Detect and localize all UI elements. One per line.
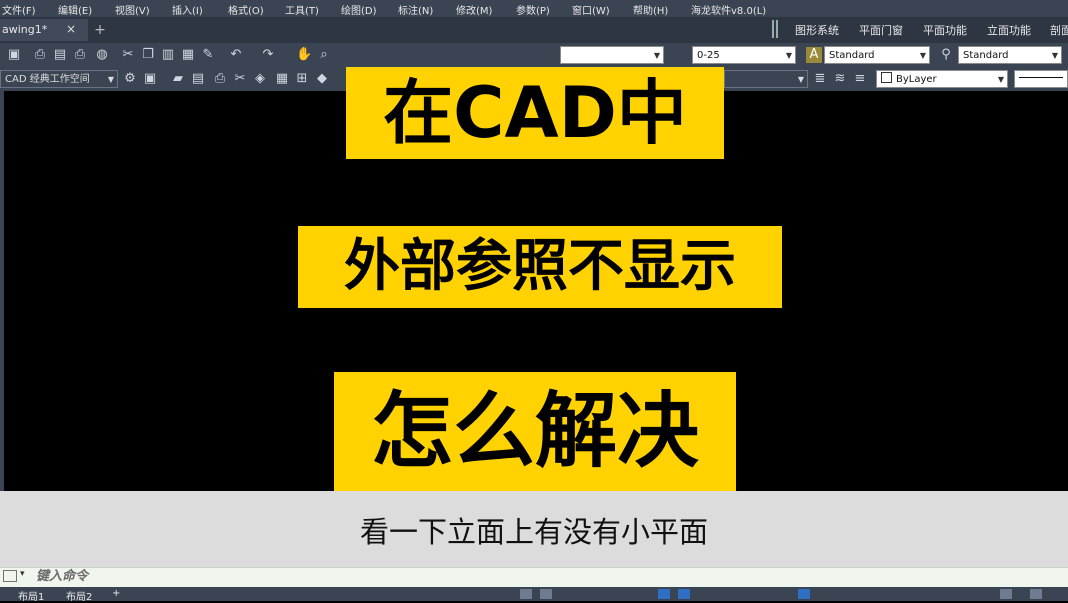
overlay-title-line2: 外部参照不显示 [298, 226, 782, 308]
color-combo[interactable]: ByLayer ▼ [876, 70, 1008, 88]
status-bar: 布局1 布局2 + [0, 587, 1068, 603]
menu-hailong[interactable]: 海龙软件v8.0(L) [691, 2, 766, 17]
menu-modify[interactable]: 修改(M) [456, 2, 492, 17]
table-style-icon[interactable]: ⚲ [938, 47, 954, 63]
tablestyle-combo[interactable]: Standard ▼ [958, 46, 1062, 64]
print-icon[interactable]: ⎙ [212, 71, 228, 87]
properties-icon[interactable]: ▦ [274, 71, 290, 87]
annotation-icon[interactable] [798, 589, 810, 599]
pan-icon[interactable]: ✋ [296, 47, 312, 63]
cut-icon[interactable]: ✂ [120, 47, 136, 63]
textstyle-combo[interactable]: Standard ▼ [824, 46, 930, 64]
menu-help[interactable]: 帮助(H) [633, 2, 668, 17]
grip-icon[interactable] [772, 20, 778, 38]
block-editor-icon[interactable]: ✎ [200, 47, 216, 63]
text-style-icon[interactable]: A [806, 47, 822, 63]
ortho-icon[interactable] [658, 589, 670, 599]
linetype-combo[interactable] [1014, 70, 1068, 88]
plot-icon[interactable]: ⎙ [72, 47, 88, 63]
tab-elevation-functions[interactable]: 立面功能 [987, 22, 1031, 38]
save-icon[interactable]: ▣ [6, 47, 22, 63]
layer-icon[interactable]: ◈ [252, 71, 268, 87]
workspace-switch-icon[interactable] [1000, 589, 1012, 599]
copy-icon[interactable]: ❐ [140, 47, 156, 63]
redo-icon[interactable]: ↷ [260, 47, 276, 63]
style-combo[interactable]: ▼ [560, 46, 664, 64]
tab-plan-functions[interactable]: 平面功能 [923, 22, 967, 38]
match-properties-icon[interactable]: ▦ [180, 47, 196, 63]
document-tab-bar [0, 17, 770, 43]
menu-file[interactable]: 文件(F) [2, 2, 36, 17]
tab-close-icon[interactable]: × [64, 22, 78, 36]
color-swatch [881, 72, 892, 83]
snap-icon[interactable] [540, 589, 552, 599]
zoom-icon[interactable]: ⌕ [316, 47, 332, 63]
grid-icon[interactable] [520, 589, 532, 599]
fullscreen-icon[interactable] [1030, 589, 1042, 599]
command-prompt[interactable]: 键入命令 [36, 568, 236, 586]
menu-insert[interactable]: 插入(I) [172, 2, 203, 17]
video-subtitle: 看一下立面上有没有小平面 [359, 515, 708, 549]
dimstyle-combo[interactable]: 0-25 ▼ [692, 46, 796, 64]
palette-icon[interactable]: ◆ [314, 71, 330, 87]
tab-plan-doors-windows[interactable]: 平面门窗 [859, 22, 903, 38]
publish-icon[interactable]: ◍ [94, 47, 110, 63]
tab-graphic-system[interactable]: 图形系统 [795, 22, 839, 38]
menu-window[interactable]: 窗口(W) [572, 2, 610, 17]
menu-bar: 文件(F) 编辑(E) 视图(V) 插入(I) 格式(O) 工具(T) 绘图(D… [0, 0, 1068, 17]
tab-section[interactable]: 剖面 [1050, 22, 1068, 38]
overlay-title-line3: 怎么解决 [334, 372, 736, 492]
add-layout-icon[interactable]: + [112, 588, 120, 599]
layer-match-icon[interactable]: ≡ [852, 71, 868, 87]
chevron-down-icon[interactable]: ▾ [20, 569, 30, 583]
design-center-icon[interactable]: ⊞ [294, 71, 310, 87]
menu-parametric[interactable]: 参数(P) [516, 2, 550, 17]
overlay-title-line1: 在CAD中 [346, 67, 724, 159]
undo-icon[interactable]: ↶ [228, 47, 244, 63]
print-preview-icon[interactable]: ▤ [52, 47, 68, 63]
workspace-combo[interactable]: CAD 经典工作空间 ▼ [0, 70, 118, 88]
layer-state-icon[interactable]: ≋ [832, 71, 848, 87]
paste-icon[interactable]: ▥ [160, 47, 176, 63]
fullscreen-icon[interactable]: ▣ [142, 71, 158, 87]
command-window-icon[interactable] [3, 570, 17, 582]
gear-icon[interactable]: ⚙ [122, 71, 138, 87]
open-folder-icon[interactable]: ▰ [170, 71, 186, 87]
layer-combo[interactable]: ▼ [724, 70, 808, 88]
menu-format[interactable]: 格式(O) [228, 2, 264, 17]
new-tab-icon[interactable]: + [92, 22, 108, 38]
print-icon[interactable]: ⎙ [32, 47, 48, 63]
polar-icon[interactable] [678, 589, 690, 599]
layer-previous-icon[interactable]: ≣ [812, 71, 828, 87]
tools-icon[interactable]: ✂ [232, 71, 248, 87]
menu-edit[interactable]: 编辑(E) [58, 2, 92, 17]
menu-draw[interactable]: 绘图(D) [341, 2, 377, 17]
menu-view[interactable]: 视图(V) [115, 2, 150, 17]
save-as-icon[interactable]: ▤ [190, 71, 206, 87]
menu-dimension[interactable]: 标注(N) [398, 2, 433, 17]
function-tab-bar: 图形系统 平面门窗 平面功能 立面功能 剖面 [770, 17, 1068, 43]
menu-tools[interactable]: 工具(T) [285, 2, 319, 17]
standard-toolbar: ▣ ⎙ ▤ ⎙ ◍ ✂ ❐ ▥ ▦ ✎ ↶ ↷ ✋ ⌕ ▼ 0-25 ▼ A St… [0, 43, 1068, 67]
